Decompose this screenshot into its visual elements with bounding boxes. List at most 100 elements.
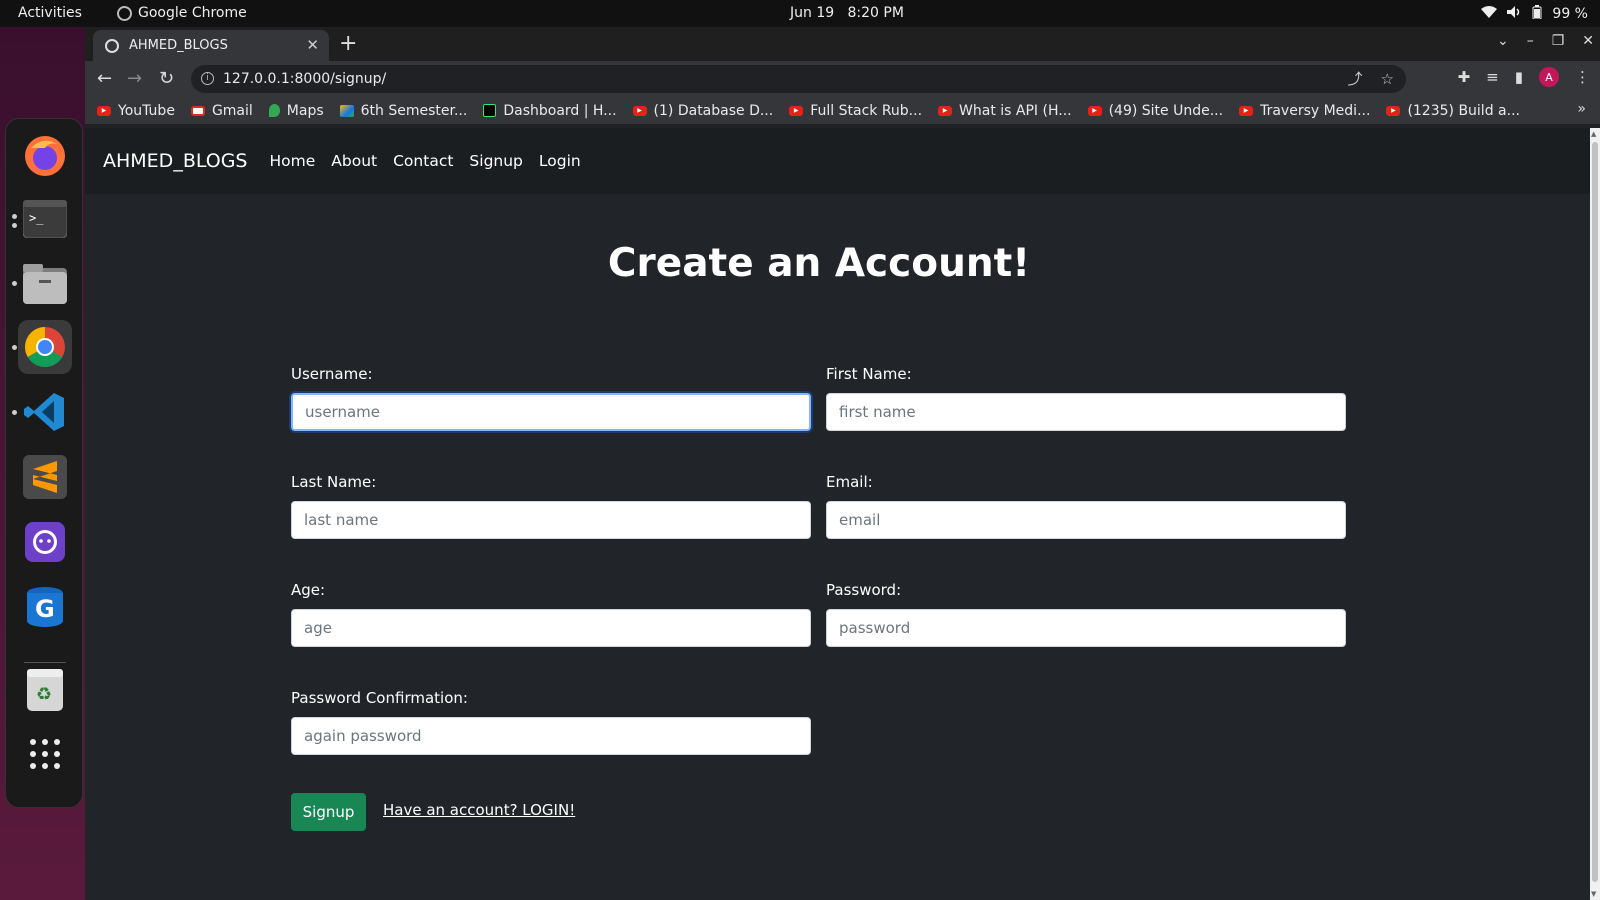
browser-tab[interactable]: AHMED_BLOGS ✕ bbox=[93, 30, 329, 61]
bookmark-item[interactable]: 6th Semester... bbox=[339, 102, 468, 119]
svg-text:G: G bbox=[35, 595, 55, 623]
bookmark-label: Gmail bbox=[211, 102, 253, 119]
globe-icon bbox=[105, 38, 119, 53]
app-menu[interactable]: Google Chrome bbox=[117, 5, 247, 21]
signup-button[interactable]: Signup bbox=[291, 793, 366, 831]
bookmark-label: 6th Semester... bbox=[360, 102, 468, 119]
running-indicator bbox=[12, 223, 17, 228]
clock[interactable]: Jun 19 8:20 PM bbox=[790, 5, 904, 21]
address-bar[interactable]: i 127.0.0.1:8000/signup/ ⤴ ☆ bbox=[191, 65, 1406, 93]
bookmark-item[interactable]: Dashboard | H... bbox=[483, 103, 617, 119]
username-input[interactable] bbox=[291, 393, 811, 431]
sublime-icon[interactable] bbox=[18, 450, 72, 504]
scrollbar-thumb[interactable] bbox=[1592, 142, 1598, 882]
terminal-icon[interactable]: >_ bbox=[18, 192, 72, 246]
bookmark-label: What is API (H... bbox=[959, 102, 1072, 119]
hackerrank-icon bbox=[483, 104, 497, 117]
running-indicator bbox=[12, 281, 17, 286]
email-group: Email: bbox=[826, 473, 1346, 539]
extensions-icon[interactable]: ✚ bbox=[1458, 68, 1471, 86]
email-input[interactable] bbox=[826, 501, 1346, 539]
chrome-menu-icon[interactable]: ⋮ bbox=[1575, 68, 1590, 86]
system-top-bar: Activities Google Chrome Jun 19 8:20 PM … bbox=[0, 0, 1600, 27]
bookmark-star-icon[interactable]: ☆ bbox=[1381, 65, 1394, 93]
chrome-icon[interactable] bbox=[18, 320, 72, 374]
gdrive-icon[interactable]: G bbox=[18, 580, 72, 634]
forward-button[interactable]: → bbox=[127, 68, 142, 89]
nav-signup[interactable]: Signup bbox=[469, 152, 522, 170]
firefox-icon[interactable] bbox=[18, 129, 72, 183]
site-info-icon[interactable]: i bbox=[201, 72, 214, 85]
app-menu-label: Google Chrome bbox=[138, 5, 247, 21]
url-text: 127.0.0.1:8000/signup/ bbox=[223, 71, 387, 87]
battery-icon bbox=[1532, 5, 1542, 23]
youtube-icon: ▶ bbox=[1087, 105, 1102, 116]
password-input[interactable] bbox=[826, 609, 1346, 647]
scroll-up-icon[interactable]: ▲ bbox=[1591, 130, 1596, 138]
profile-avatar[interactable]: A bbox=[1539, 67, 1559, 87]
signup-page: AHMED_BLOGS Home About Contact Signup Lo… bbox=[85, 128, 1590, 900]
last-name-input[interactable] bbox=[291, 501, 811, 539]
files-icon[interactable] bbox=[18, 257, 72, 311]
app-grid-icon[interactable] bbox=[18, 727, 72, 781]
site-brand[interactable]: AHMED_BLOGS bbox=[103, 150, 248, 172]
back-button[interactable]: ← bbox=[97, 68, 112, 89]
bookmark-item[interactable]: ▶ Full Stack Rub... bbox=[789, 103, 922, 119]
nav-home[interactable]: Home bbox=[270, 152, 316, 170]
age-group: Age: bbox=[291, 581, 811, 647]
bookmark-item[interactable]: ▶ What is API (H... bbox=[938, 103, 1072, 119]
github-desktop-icon[interactable] bbox=[18, 515, 72, 569]
login-link[interactable]: Have an account? LOGIN! bbox=[383, 801, 575, 819]
close-tab-icon[interactable]: ✕ bbox=[306, 36, 319, 54]
bookmark-label: YouTube bbox=[118, 102, 175, 119]
bookmark-item[interactable]: ▶ Traversy Medi... bbox=[1239, 103, 1370, 119]
age-input[interactable] bbox=[291, 609, 811, 647]
close-window-button[interactable]: ✕ bbox=[1582, 33, 1594, 49]
clock-date: Jun 19 bbox=[790, 5, 835, 21]
page-scrollbar[interactable]: ▲ ▼ bbox=[1590, 128, 1600, 900]
password-confirm-group: Password Confirmation: bbox=[291, 689, 811, 755]
clock-time: 8:20 PM bbox=[847, 5, 904, 21]
bookmarks-overflow-icon[interactable]: » bbox=[1577, 101, 1586, 117]
bookmark-item[interactable]: ▶ (1) Database D... bbox=[632, 103, 773, 119]
system-tray[interactable]: 99 % bbox=[1481, 5, 1588, 23]
bookmark-item[interactable]: ▶ (49) Site Unde... bbox=[1087, 103, 1223, 119]
password-confirm-input[interactable] bbox=[291, 717, 811, 755]
site-navbar: AHMED_BLOGS Home About Contact Signup Lo… bbox=[85, 128, 1590, 194]
first-name-input[interactable] bbox=[826, 393, 1346, 431]
nav-about[interactable]: About bbox=[331, 152, 377, 170]
bookmark-label: Traversy Medi... bbox=[1260, 102, 1371, 119]
new-tab-button[interactable]: + bbox=[339, 31, 357, 56]
password-label: Password: bbox=[826, 581, 902, 599]
youtube-icon: ▶ bbox=[1386, 105, 1401, 116]
nav-contact[interactable]: Contact bbox=[393, 152, 453, 170]
bookmark-item[interactable]: Maps bbox=[268, 103, 324, 119]
share-icon[interactable]: ⤴ bbox=[1348, 65, 1363, 93]
first-name-group: First Name: bbox=[826, 365, 1346, 431]
dock: >_ G ♻ bbox=[5, 118, 83, 808]
bookmark-item[interactable]: ▶ YouTube bbox=[97, 103, 175, 119]
nav-login[interactable]: Login bbox=[539, 152, 581, 170]
trash-icon[interactable]: ♻ bbox=[18, 662, 72, 716]
vscode-icon[interactable] bbox=[18, 385, 72, 439]
gmail-icon bbox=[190, 105, 205, 116]
bookmark-item[interactable]: ▶ (1235) Build a... bbox=[1386, 103, 1520, 119]
reload-button[interactable]: ↻ bbox=[159, 68, 174, 89]
restore-button[interactable]: ❐ bbox=[1552, 33, 1565, 49]
activities-button[interactable]: Activities bbox=[18, 5, 82, 21]
tab-title: AHMED_BLOGS bbox=[129, 38, 228, 53]
window-controls: ⌄ – ❐ ✕ bbox=[1497, 33, 1594, 49]
reading-list-icon[interactable]: ≡ bbox=[1486, 68, 1499, 86]
youtube-icon: ▶ bbox=[632, 105, 647, 116]
tab-strip: AHMED_BLOGS ✕ + ⌄ – ❐ ✕ bbox=[85, 27, 1600, 61]
password-confirm-label: Password Confirmation: bbox=[291, 689, 468, 707]
chrome-small-icon bbox=[117, 5, 132, 21]
side-panel-icon[interactable]: ▮ bbox=[1515, 68, 1523, 86]
battery-percent: 99 % bbox=[1552, 6, 1588, 22]
bookmark-item[interactable]: Gmail bbox=[190, 102, 253, 119]
tab-search-icon[interactable]: ⌄ bbox=[1497, 33, 1509, 49]
maps-icon bbox=[268, 104, 280, 117]
scroll-down-icon[interactable]: ▼ bbox=[1591, 890, 1596, 898]
running-indicator bbox=[12, 214, 17, 219]
minimize-button[interactable]: – bbox=[1527, 33, 1534, 49]
